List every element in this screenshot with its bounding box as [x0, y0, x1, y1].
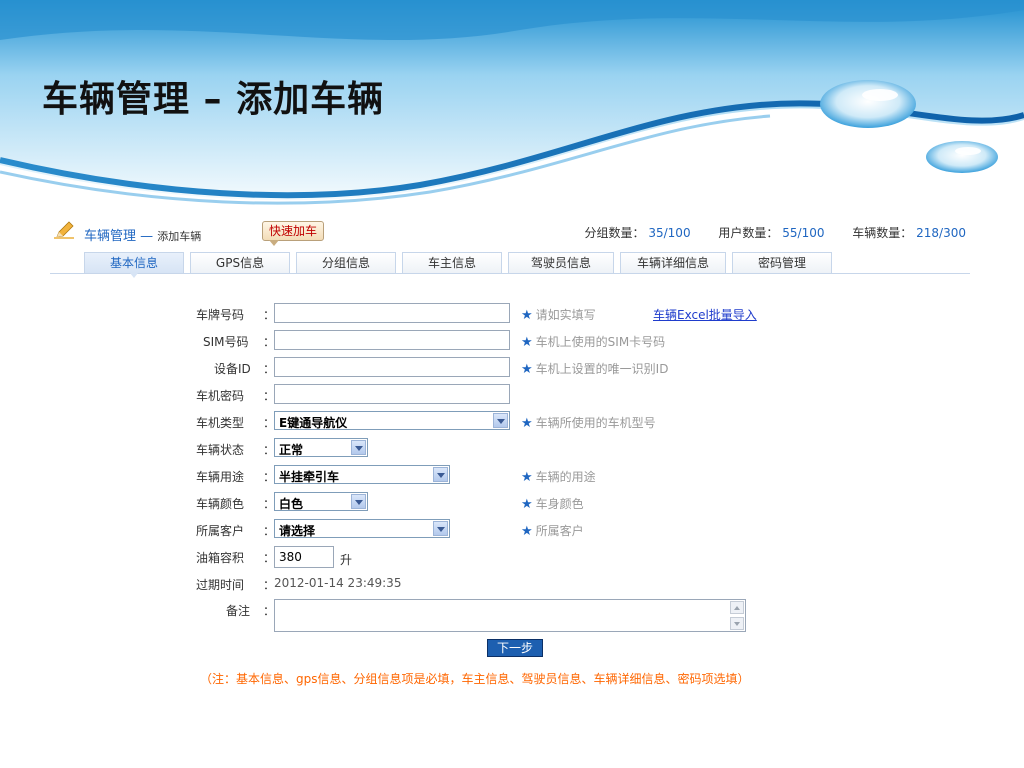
color-label: 车辆颜色	[196, 497, 245, 511]
star-icon: ★	[521, 308, 533, 323]
sim-hint: ★ 车机上使用的SIM卡号码	[521, 335, 666, 350]
row-device-type: 车机类型 ： E键通导航仪 ★ 车辆所使用的车机型号	[0, 411, 1024, 433]
row-tank: 油箱容积 ： 升	[0, 546, 1024, 568]
chevron-down-icon[interactable]	[433, 521, 448, 536]
tab-bar: 基本信息 GPS信息 分组信息 车主信息 驾驶员信息 车辆详细信息 密码管理	[84, 252, 832, 278]
device-id-input[interactable]	[274, 357, 510, 377]
vehicle-count-label: 车辆数量：	[852, 226, 913, 240]
row-status: 车辆状态 ： 正常	[0, 438, 1024, 460]
breadcrumb-sub: 添加车辆	[157, 230, 202, 243]
row-expire: 过期时间 ： 2012-01-14 23:49:35	[0, 573, 1024, 595]
row-device-id: 设备ID ： ★ 车机上设置的唯一识别ID	[0, 357, 1024, 379]
row-usage: 车辆用途 ： 半挂牵引车 ★ 车辆的用途	[0, 465, 1024, 487]
color-value: 白色	[279, 497, 304, 511]
remark-label: 备注	[226, 604, 251, 618]
chevron-down-icon[interactable]	[351, 440, 366, 455]
sim-input[interactable]	[274, 330, 510, 350]
row-device-password: 车机密码 ：	[0, 384, 1024, 406]
tab-owner-info[interactable]: 车主信息	[402, 252, 502, 273]
status-label: 车辆状态	[196, 443, 245, 457]
device-type-value: E键通导航仪	[279, 416, 348, 430]
color-select[interactable]: 白色	[274, 492, 368, 511]
star-icon: ★	[521, 470, 533, 485]
star-icon: ★	[521, 362, 533, 377]
customer-select[interactable]: 请选择	[274, 519, 450, 538]
tab-divider	[50, 273, 970, 274]
slide-title: 车辆管理 – 添加车辆	[42, 79, 385, 120]
expire-value: 2012-01-14 23:49:35	[274, 576, 402, 590]
star-icon: ★	[521, 497, 533, 512]
row-plate: 车牌号码 ： ★ 请如实填写 车辆Excel批量导入	[0, 303, 1024, 325]
usage-hint: ★ 车辆的用途	[521, 470, 596, 485]
usage-value: 半挂牵引车	[279, 470, 340, 484]
device-type-hint: ★ 车辆所使用的车机型号	[521, 416, 656, 431]
excel-import-link[interactable]: 车辆Excel批量导入	[653, 306, 757, 323]
row-remark: 备注 ：	[0, 599, 1024, 633]
device-id-label: 设备ID	[214, 362, 251, 376]
quick-add-vehicle-button[interactable]: 快速加车	[262, 221, 325, 246]
chevron-down-icon[interactable]	[351, 494, 366, 509]
status-value: 正常	[279, 443, 304, 457]
user-count-label: 用户数量：	[718, 226, 779, 240]
next-step-button[interactable]: 下一步	[487, 639, 543, 657]
color-hint: ★ 车身颜色	[521, 497, 584, 512]
device-type-label: 车机类型	[196, 416, 245, 430]
tank-input[interactable]	[274, 546, 334, 568]
remark-scrollbar[interactable]	[730, 601, 744, 630]
tab-driver-info[interactable]: 驾驶员信息	[508, 252, 614, 273]
breadcrumb-main[interactable]: 车辆管理	[84, 229, 136, 244]
device-password-input[interactable]	[274, 384, 510, 404]
customer-hint: ★ 所属客户	[521, 524, 584, 539]
device-id-hint: ★ 车机上设置的唯一识别ID	[521, 362, 669, 377]
remark-textarea[interactable]	[274, 599, 746, 632]
row-color: 车辆颜色 ： 白色 ★ 车身颜色	[0, 492, 1024, 514]
scroll-down-icon[interactable]	[730, 617, 744, 630]
tab-password[interactable]: 密码管理	[732, 252, 832, 273]
usage-label: 车辆用途	[196, 470, 245, 484]
star-icon: ★	[521, 416, 533, 431]
plate-hint: ★ 请如实填写	[521, 308, 596, 323]
device-password-label: 车机密码	[196, 389, 245, 403]
star-icon: ★	[521, 524, 533, 539]
pencil-icon	[54, 221, 74, 239]
group-count-label: 分组数量：	[584, 226, 645, 240]
scroll-up-icon[interactable]	[730, 601, 744, 614]
tank-unit: 升	[340, 553, 353, 567]
row-customer: 所属客户 ： 请选择 ★ 所属客户	[0, 519, 1024, 541]
status-select[interactable]: 正常	[274, 438, 368, 457]
tab-gps-info[interactable]: GPS信息	[190, 252, 290, 273]
customer-label: 所属客户	[196, 524, 245, 538]
page-header: 车辆管理 — 添加车辆 快速加车 分组数量： 35/100 用户数量： 55/1…	[50, 218, 970, 246]
chevron-down-icon[interactable]	[493, 413, 508, 428]
vehicle-count-value: 218/300	[916, 226, 966, 240]
device-type-select[interactable]: E键通导航仪	[274, 411, 510, 430]
user-count-value: 55/100	[782, 226, 825, 240]
expire-label: 过期时间	[196, 578, 245, 592]
breadcrumb: 车辆管理 — 添加车辆	[84, 225, 201, 244]
tab-vehicle-details[interactable]: 车辆详细信息	[620, 252, 726, 273]
tab-group-info[interactable]: 分组信息	[296, 252, 396, 273]
quota-stats: 分组数量： 35/100 用户数量： 55/100 车辆数量： 218/300	[585, 224, 966, 241]
plate-input[interactable]	[274, 303, 510, 323]
chevron-down-icon[interactable]	[433, 467, 448, 482]
plate-label: 车牌号码	[196, 308, 245, 322]
tab-basic-info[interactable]: 基本信息	[84, 252, 184, 278]
breadcrumb-separator: —	[140, 229, 154, 244]
tank-label: 油箱容积	[196, 551, 245, 565]
required-fields-note: （注：基本信息、gps信息、分组信息项是必填，车主信息、驾驶员信息、车辆详细信息…	[200, 672, 750, 686]
star-icon: ★	[521, 335, 533, 350]
sim-label: SIM号码	[203, 335, 249, 349]
group-count-value: 35/100	[648, 226, 691, 240]
usage-select[interactable]: 半挂牵引车	[274, 465, 450, 484]
row-sim: SIM号码 ： ★ 车机上使用的SIM卡号码	[0, 330, 1024, 352]
customer-value: 请选择	[279, 524, 316, 538]
